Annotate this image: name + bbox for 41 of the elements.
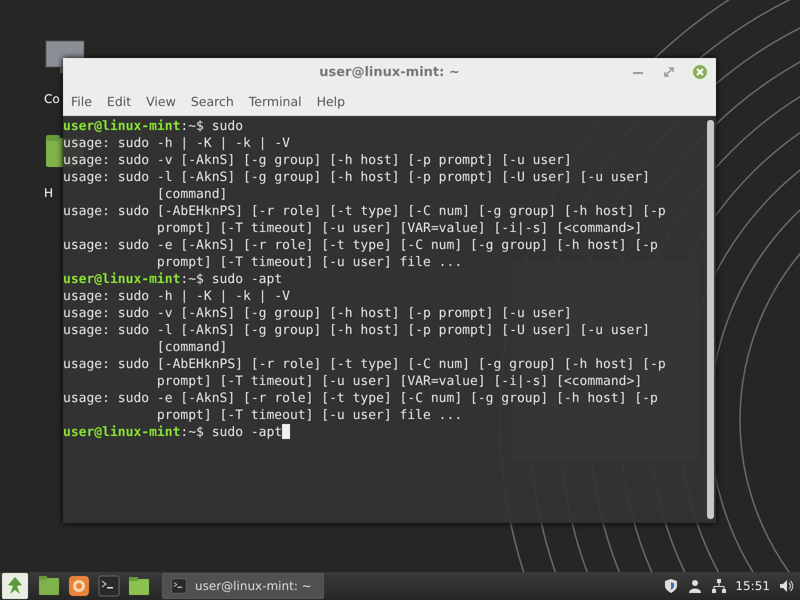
- window-title: user@linux-mint: ~: [319, 65, 460, 80]
- folder-icon[interactable]: [128, 575, 150, 597]
- browser-icon[interactable]: [68, 575, 90, 597]
- output-line: prompt] [-T timeout] [-u user] [VAR=value] [-i|-s] [<command>]: [156, 373, 644, 390]
- shield-icon[interactable]: [663, 578, 680, 594]
- output-line: usage: sudo [-AbEHknPS] [-r role] [-t type] [-C num] [-g group] [-h host] [-p: [63, 203, 667, 220]
- menu-item[interactable]: View: [140, 94, 182, 108]
- output-line: usage: sudo -h | -K | -k | -V: [63, 135, 291, 152]
- volume-icon[interactable]: [778, 578, 794, 594]
- prompt-line: user@linux-mint:~$ sudo -apt: [63, 424, 707, 441]
- output-line: usage: sudo -v [-AknS] [-g group] [-h host] [-p prompt] [-u user]: [63, 152, 573, 169]
- output-line: usage: sudo [-AbEHknPS] [-r role] [-t type] [-C num] [-g group] [-h host] [-p: [63, 356, 667, 373]
- output-line: prompt] [-T timeout] [-u user] [VAR=value] [-i|-s] [<command>]: [156, 220, 644, 237]
- network-icon[interactable]: [711, 578, 728, 594]
- user-icon[interactable]: [687, 578, 704, 594]
- terminal-icon[interactable]: [98, 575, 120, 597]
- icon-label[interactable]: H: [44, 186, 54, 200]
- scrollbar[interactable]: [707, 120, 714, 519]
- output-line: prompt] [-T timeout] [-u user] file ...: [156, 407, 464, 424]
- output-line: usage: sudo -l [-AknS] [-g group] [-h host] [-p prompt] [-U user] [-u user]: [63, 322, 651, 339]
- output-line: [command]: [156, 339, 228, 356]
- menu-item[interactable]: Terminal: [242, 94, 308, 108]
- window-button[interactable]: user@linux-mint: ~: [162, 573, 324, 599]
- output-line: usage: sudo -e [-AknS] [-r role] [-t type] [-C num] [-g group] [-h host] [-p: [63, 390, 659, 407]
- menu-item[interactable]: Edit: [100, 94, 138, 108]
- output-line: usage: sudo -l [-AknS] [-g group] [-h host] [-p prompt] [-U user] [-u user]: [63, 169, 651, 186]
- output-line: usage: sudo -h | -K | -k | -V: [63, 288, 291, 305]
- terminal-icon[interactable]: [171, 578, 187, 594]
- output-line: prompt] [-T timeout] [-u user] file ...: [156, 254, 464, 271]
- icon-label[interactable]: Co: [44, 92, 60, 106]
- clock[interactable]: 15:51: [735, 579, 770, 593]
- menu-item[interactable]: Search: [184, 94, 240, 108]
- leaf-icon[interactable]: [2, 573, 28, 599]
- output-line: [command]: [156, 186, 228, 203]
- prompt-line: user@linux-mint:~$ sudo -apt: [63, 271, 284, 288]
- prompt-line: user@linux-mint:~$ sudo: [63, 118, 244, 135]
- menu-item[interactable]: Help: [310, 94, 352, 108]
- folder-icon[interactable]: [38, 575, 60, 597]
- output-line: usage: sudo -v [-AknS] [-g group] [-h host] [-p prompt] [-u user]: [63, 305, 573, 322]
- menu-item[interactable]: File: [65, 94, 98, 108]
- output-line: usage: sudo -e [-AknS] [-r role] [-t type] [-C num] [-g group] [-h host] [-p: [63, 237, 659, 254]
